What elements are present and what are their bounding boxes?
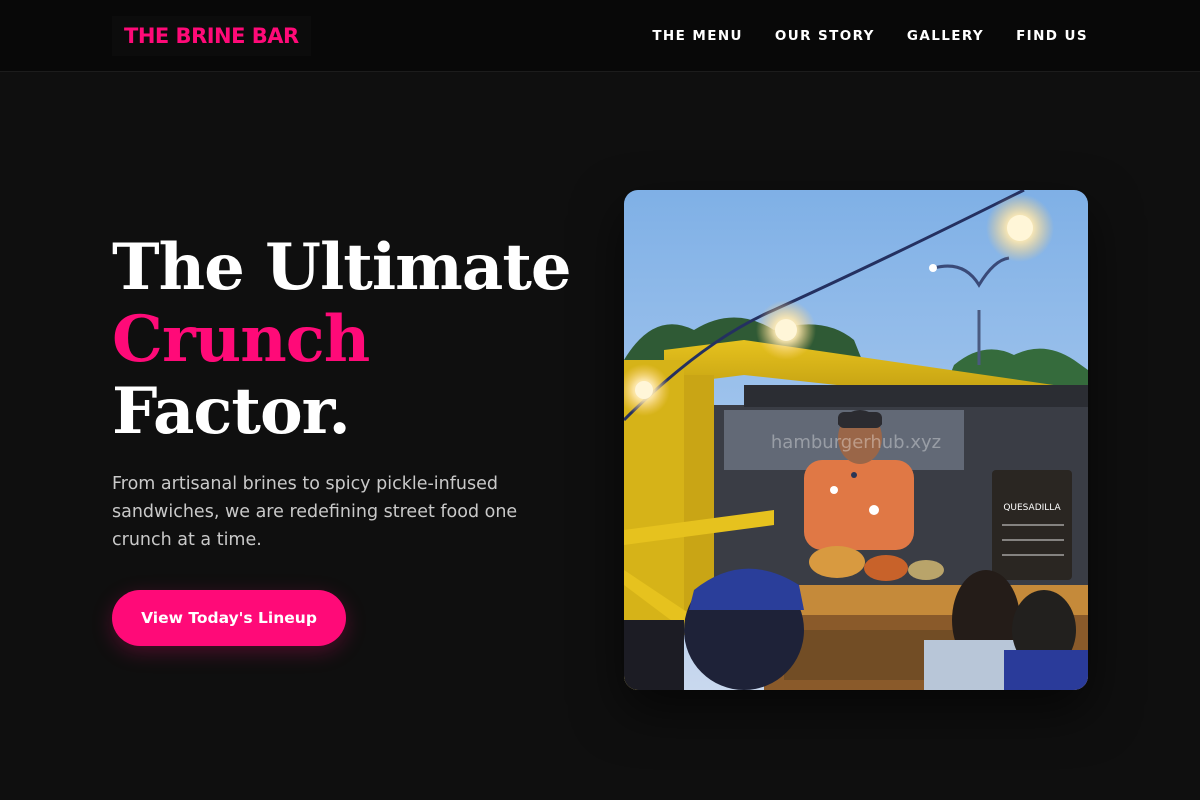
headline-line-3: Factor. bbox=[112, 374, 351, 449]
food-truck-photo: QUESADILLA hamburgerhub.xyz bbox=[624, 190, 1088, 690]
image-watermark: hamburgerhub.xyz bbox=[771, 432, 941, 453]
nav-link-gallery[interactable]: GALLERY bbox=[907, 28, 984, 44]
nav-link-find-us[interactable]: FIND US bbox=[1016, 28, 1088, 44]
hero-text-block: The Ultimate Crunch Factor. From artisan… bbox=[112, 232, 572, 646]
brand-logo-text: THE BRINE BAR bbox=[124, 24, 299, 48]
nav-link-menu[interactable]: THE MENU bbox=[652, 28, 743, 44]
view-lineup-button[interactable]: View Today's Lineup bbox=[112, 590, 346, 646]
chalkboard-heading: QUESADILLA bbox=[1003, 503, 1061, 513]
hero-headline: The Ultimate Crunch Factor. bbox=[112, 232, 572, 448]
nav-link-our-story[interactable]: OUR STORY bbox=[775, 28, 875, 44]
headline-accent-word: Crunch bbox=[112, 302, 370, 377]
nav-links: THE MENU OUR STORY GALLERY FIND US bbox=[652, 0, 1088, 72]
brand-logo[interactable]: THE BRINE BAR bbox=[112, 16, 311, 56]
hero-image: QUESADILLA hamburgerhub.xyz bbox=[624, 190, 1088, 690]
headline-line-1: The Ultimate bbox=[112, 230, 572, 305]
hero-description: From artisanal brines to spicy pickle-in… bbox=[112, 474, 518, 550]
top-navigation: THE BRINE BAR THE MENU OUR STORY GALLERY… bbox=[0, 0, 1200, 72]
